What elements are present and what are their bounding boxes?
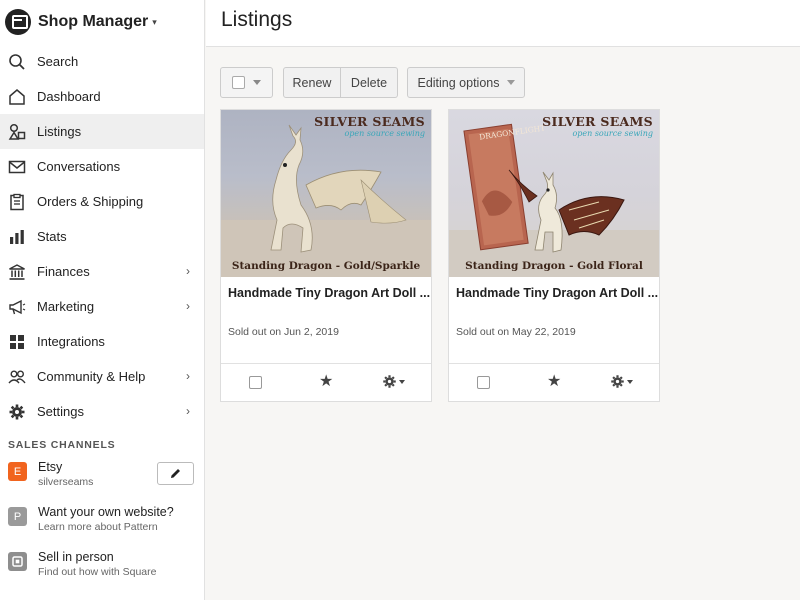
gear-icon	[8, 403, 26, 421]
channel-square[interactable]: Sell in person Find out how with Square	[0, 549, 204, 594]
listing-checkbox[interactable]	[249, 376, 262, 389]
nav-item-stats[interactable]: Stats	[0, 219, 204, 254]
caret-down-icon	[399, 379, 405, 384]
people-icon	[8, 368, 26, 386]
nav-item-orders-shipping[interactable]: Orders & Shipping	[0, 184, 204, 219]
watermark-subtitle: open source sewing	[344, 129, 425, 138]
shop-manager-logo-icon	[5, 9, 31, 35]
sidebar: Shop Manager ▾ Search Dashboard Listings…	[0, 0, 205, 600]
image-caption: Standing Dragon - Gold Floral	[465, 260, 643, 272]
listing-card-footer: ★	[221, 363, 431, 401]
nav-item-label: Search	[37, 54, 79, 69]
watermark-brand: SILVER SEAMS	[314, 114, 425, 129]
caret-down-icon	[627, 379, 633, 384]
watermark-brand: SILVER SEAMS	[542, 114, 653, 129]
shapes-icon	[8, 123, 26, 141]
listing-card[interactable]: SILVER SEAMS open source sewing Standing…	[220, 109, 432, 402]
renew-button[interactable]: Renew	[283, 67, 341, 98]
page-header: Listings	[206, 0, 800, 47]
channel-title: Want your own website?	[38, 505, 174, 519]
channel-pattern[interactable]: P Want your own website? Learn more abou…	[0, 504, 204, 549]
caret-down-icon	[506, 80, 515, 85]
nav-item-label: Community & Help	[37, 369, 146, 384]
listing-status: Sold out on May 22, 2019	[456, 326, 576, 338]
listing-settings-dropdown[interactable]	[382, 374, 405, 389]
home-icon	[8, 88, 26, 106]
nav-item-marketing[interactable]: Marketing ›	[0, 289, 204, 324]
nav-item-listings[interactable]: Listings	[0, 114, 204, 149]
nav-item-label: Settings	[37, 404, 84, 419]
editing-options-label: Editing options	[417, 75, 500, 90]
listing-card[interactable]: DRAGONFLIGHT SILVER SEAMS open source se…	[448, 109, 660, 402]
channel-title: Sell in person	[38, 550, 114, 564]
channel-subtitle: Learn more about Pattern	[38, 521, 158, 533]
chevron-right-icon: ›	[186, 404, 190, 418]
nav-item-dashboard[interactable]: Dashboard	[0, 79, 204, 114]
caret-down-icon: ▾	[152, 16, 157, 27]
square-icon	[8, 552, 27, 571]
channel-title: Etsy	[38, 460, 63, 474]
page-title: Listings	[221, 8, 293, 31]
listing-title[interactable]: Handmade Tiny Dragon Art Doll ...	[449, 277, 659, 300]
megaphone-icon	[8, 298, 26, 316]
pattern-badge: P	[8, 507, 27, 526]
nav-item-label: Stats	[37, 229, 67, 244]
nav-item-label: Integrations	[37, 334, 105, 349]
nav-item-community-help[interactable]: Community & Help ›	[0, 359, 204, 394]
listings-toolbar: Renew Delete Editing options	[220, 67, 525, 98]
nav-item-label: Orders & Shipping	[37, 194, 144, 209]
listing-settings-dropdown[interactable]	[610, 374, 633, 389]
nav-item-settings[interactable]: Settings ›	[0, 394, 204, 429]
app-title: Shop Manager	[38, 13, 149, 30]
chevron-right-icon: ›	[186, 299, 190, 313]
watermark-subtitle: open source sewing	[572, 129, 653, 138]
chevron-right-icon: ›	[186, 264, 190, 278]
channel-subtitle: silverseams	[38, 476, 94, 488]
editing-options-dropdown[interactable]: Editing options	[407, 67, 525, 98]
nav-item-label: Marketing	[37, 299, 95, 314]
nav-item-label: Dashboard	[37, 89, 101, 104]
shop-manager-menu[interactable]: Shop Manager ▾	[0, 0, 204, 44]
image-caption: Standing Dragon - Gold/Sparkle	[231, 260, 421, 272]
channel-etsy[interactable]: E Etsy silverseams	[0, 459, 204, 504]
bar-chart-icon	[8, 228, 26, 246]
search-icon	[8, 53, 26, 71]
nav-item-conversations[interactable]: Conversations	[0, 149, 204, 184]
listing-card-footer: ★	[449, 363, 659, 401]
listing-title[interactable]: Handmade Tiny Dragon Art Doll ...	[221, 277, 431, 300]
nav-item-search[interactable]: Search	[0, 44, 204, 79]
listing-image[interactable]: SILVER SEAMS open source sewing Standing…	[221, 110, 431, 277]
clipboard-icon	[8, 193, 26, 211]
main-content: Listings Renew Delete Editing options SI…	[206, 0, 800, 600]
delete-button[interactable]: Delete	[341, 67, 398, 98]
nav-item-label: Listings	[37, 124, 82, 139]
gear-icon	[611, 375, 624, 388]
bank-icon	[8, 263, 26, 281]
listings-grid: SILVER SEAMS open source sewing Standing…	[220, 109, 676, 402]
select-all-checkbox[interactable]	[232, 76, 245, 89]
pencil-icon	[171, 469, 180, 478]
etsy-badge: E	[8, 462, 27, 481]
star-icon[interactable]: ★	[319, 373, 333, 391]
grid-icon	[8, 333, 26, 351]
star-icon[interactable]: ★	[547, 373, 561, 391]
channel-subtitle: Find out how with Square	[38, 566, 157, 578]
nav-item-finances[interactable]: Finances ›	[0, 254, 204, 289]
sales-channels-header: SALES CHANNELS	[8, 439, 116, 451]
gear-icon	[383, 375, 396, 388]
nav-item-label: Conversations	[37, 159, 121, 174]
listing-checkbox[interactable]	[477, 376, 490, 389]
listing-image[interactable]: DRAGONFLIGHT SILVER SEAMS open source se…	[449, 110, 659, 277]
listing-status: Sold out on Jun 2, 2019	[228, 326, 339, 338]
nav-item-integrations[interactable]: Integrations	[0, 324, 204, 359]
chevron-right-icon: ›	[186, 369, 190, 383]
envelope-icon	[8, 158, 26, 176]
edit-channel-button[interactable]	[157, 462, 194, 485]
nav-item-label: Finances	[37, 264, 90, 279]
select-all-dropdown[interactable]	[220, 67, 273, 98]
caret-down-icon	[253, 80, 261, 85]
